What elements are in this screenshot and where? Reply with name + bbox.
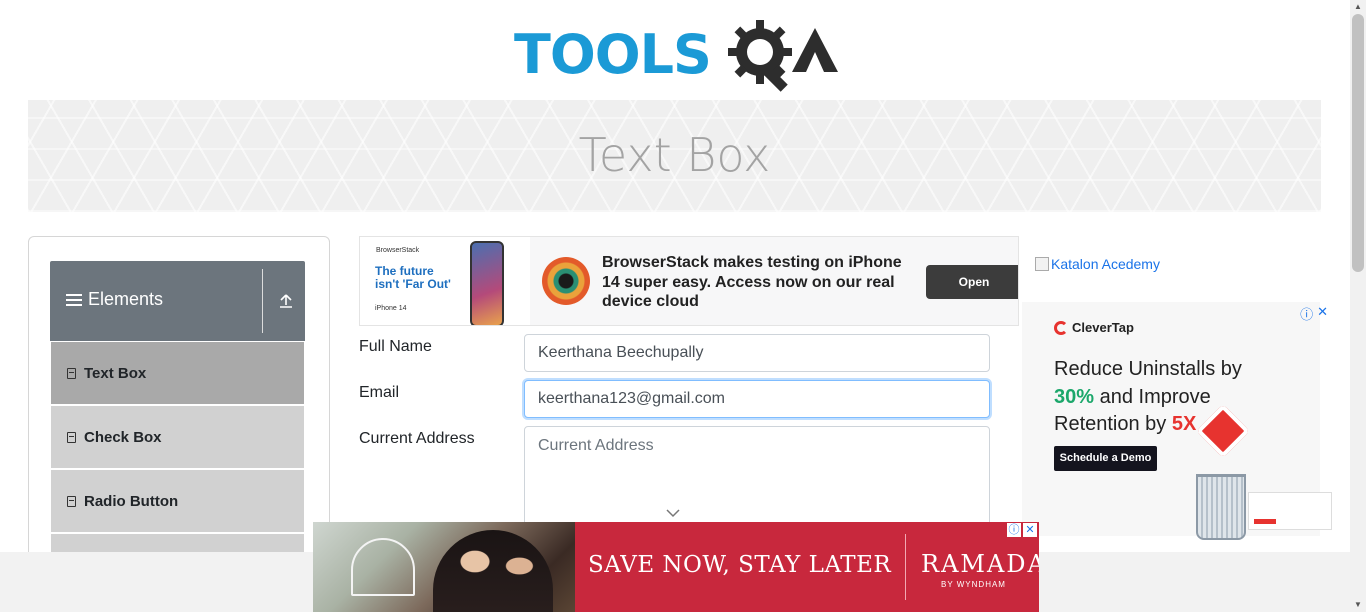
camera-lens-icon [542, 257, 590, 305]
clevertap-ad[interactable]: ⓘ ✕ CleverTap Reduce Uninstalls by 30% a… [1022, 302, 1332, 540]
stats-card-image [1248, 492, 1332, 530]
ad-close-icon[interactable]: ✕ [1317, 304, 1328, 323]
chevron-down-icon [666, 509, 680, 518]
list-item-icon [67, 431, 76, 443]
hamburger-icon [66, 291, 82, 309]
scrollbar-thumb[interactable] [1352, 14, 1364, 272]
email-label: Email [359, 384, 400, 401]
sidebar-item-label: Radio Button [84, 492, 179, 510]
headline-percent: 30% [1054, 385, 1095, 408]
list-item-icon [67, 367, 76, 379]
headline-line-3: Retention by [1054, 413, 1172, 435]
right-ad-panel[interactable]: Katalon Acedemy ⓘ ✕ CleverTap Reduce Uni… [1022, 236, 1332, 540]
full-name-input[interactable] [524, 334, 990, 372]
broken-image-icon [1035, 257, 1049, 271]
trash-bin-icon [1196, 474, 1246, 540]
ad-open-button[interactable]: Open [926, 265, 1018, 299]
ad-info-icon[interactable]: ⓘ [1300, 304, 1313, 323]
browserstack-ad[interactable]: BrowserStack The future isn't 'Far Out' … [359, 236, 1019, 326]
page-title: Text Box [578, 128, 771, 182]
list-item-icon [67, 495, 76, 507]
sidebar-item-check-box[interactable]: Check Box [51, 406, 304, 468]
ad-creative: BrowserStack The future isn't 'Far Out' … [360, 237, 530, 325]
sidebar-item-label: Text Box [84, 364, 147, 382]
schedule-demo-button[interactable]: Schedule a Demo [1054, 446, 1157, 471]
upload-arrow-icon[interactable] [278, 293, 294, 309]
logo-tools-text: TOOLS [514, 23, 712, 86]
page-scrollbar[interactable]: ▲ ▼ [1350, 0, 1366, 612]
ad-close-icon[interactable]: ✕ [1023, 523, 1037, 537]
ad-model: iPhone 14 [375, 305, 407, 312]
ramada-sub: BY WYNDHAM [941, 580, 1006, 589]
ad-bottom-title: SAVE NOW, STAY LATER [588, 552, 892, 578]
email-input[interactable] [524, 380, 990, 418]
katalon-academy-link[interactable]: Katalon Acedemy [1035, 256, 1160, 272]
page-header-banner: Text Box [28, 100, 1321, 212]
clevertap-logo-icon [1054, 320, 1068, 335]
group-divider [262, 269, 263, 333]
ramada-ad[interactable]: SAVE NOW, STAY LATER RAMADA BY WYNDHAM ⓘ… [313, 522, 1039, 612]
headline-line-1: Reduce Uninstalls by [1054, 358, 1242, 380]
ad-brand: BrowserStack [376, 247, 420, 254]
current-address-label: Current Address [359, 430, 475, 447]
scroll-down-arrow-icon[interactable]: ▼ [1350, 598, 1366, 612]
headline-multiplier: 5X [1171, 413, 1197, 435]
toolsqa-logo[interactable]: TOOLS [514, 14, 838, 92]
phone-image [470, 241, 504, 325]
sidebar-item-text-box[interactable]: Text Box [51, 342, 304, 404]
people-image [433, 530, 553, 612]
clevertap-brand: CleverTap [1072, 320, 1134, 335]
ad-divider [905, 534, 906, 600]
scroll-up-arrow-icon[interactable]: ▲ [1350, 0, 1366, 14]
ad-tagline: The future isn't 'Far Out' [375, 264, 451, 291]
ad-info-icon[interactable]: ⓘ [1007, 523, 1021, 537]
ramada-brand: RAMADA [921, 550, 1039, 578]
gear-magnifier-icon [728, 20, 792, 92]
headline-line-2: and Improve [1094, 385, 1211, 408]
sidebar-item-radio-button[interactable]: Radio Button [51, 470, 304, 532]
ad-photo [313, 522, 575, 612]
sidebar-item-label: Check Box [84, 428, 162, 446]
sidebar-group-title: Elements [88, 289, 164, 309]
logo-a-letter-icon [792, 28, 838, 72]
ad-headline: BrowserStack makes testing on iPhone 14 … [602, 254, 902, 310]
katalon-link-text: Katalon Acedemy [1051, 256, 1160, 272]
gazebo-image [351, 538, 415, 596]
full-name-label: Full Name [359, 338, 432, 355]
sidebar-group-elements[interactable]: Elements [50, 261, 305, 341]
